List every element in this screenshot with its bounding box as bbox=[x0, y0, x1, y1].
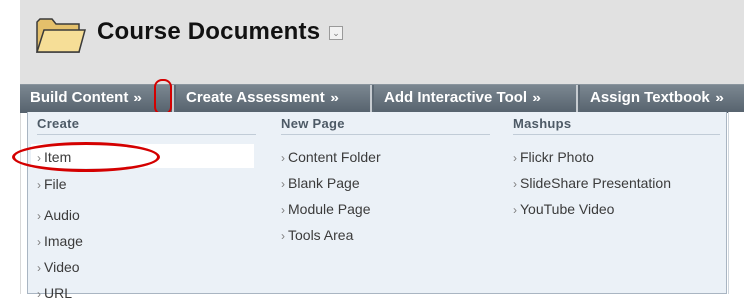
menu-item-label: YouTube Video bbox=[520, 201, 615, 217]
column-heading: Mashups bbox=[513, 112, 720, 135]
menu-item-label: Flickr Photo bbox=[520, 149, 594, 165]
menu-column-mashups: Mashups › Flickr Photo › SlideShare Presen… bbox=[504, 112, 720, 217]
chevron-right-icon: › bbox=[281, 203, 285, 217]
menu-item-audio[interactable]: › Audio bbox=[37, 204, 80, 226]
chevron-right-icon: › bbox=[37, 261, 41, 275]
folder-icon bbox=[35, 18, 86, 53]
menu-column-new-page: New Page › Content Folder › Blank Page › Mo… bbox=[272, 112, 490, 243]
menu-item-flickr-photo[interactable]: › Flickr Photo bbox=[513, 146, 594, 168]
menu-item-label: URL bbox=[44, 285, 73, 301]
menu-item-label: Blank Page bbox=[288, 175, 360, 191]
assign-textbook-button[interactable]: Assign Textbook » bbox=[580, 85, 744, 113]
annotation-box bbox=[154, 79, 172, 115]
chevron-right-icon: › bbox=[281, 177, 285, 191]
chevron-right-icon: › bbox=[513, 203, 517, 217]
menu-item-label: Tools Area bbox=[288, 227, 354, 243]
build-content-menu: Create › Item › File › Audio › Image › Video … bbox=[12, 112, 727, 301]
menu-item-image[interactable]: › Image bbox=[37, 230, 83, 252]
double-chevron-down-icon: » bbox=[715, 90, 724, 105]
chevron-down-icon[interactable]: ⌄ bbox=[329, 26, 343, 40]
assign-textbook-label: Assign Textbook bbox=[590, 89, 710, 106]
chevron-right-icon: › bbox=[281, 151, 285, 165]
menu-item-label: File bbox=[44, 176, 67, 192]
menu-item-module-page[interactable]: › Module Page bbox=[281, 198, 371, 220]
add-interactive-tool-label: Add Interactive Tool bbox=[384, 89, 528, 106]
menu-item-label: SlideShare Presentation bbox=[520, 175, 671, 191]
menu-item-content-folder[interactable]: › Content Folder bbox=[281, 146, 381, 168]
menu-item-url[interactable]: › URL bbox=[37, 282, 72, 304]
page-title: Course Documents bbox=[97, 18, 321, 45]
double-chevron-down-icon: » bbox=[532, 90, 542, 105]
chevron-right-icon: › bbox=[513, 177, 517, 191]
chevron-right-icon: › bbox=[37, 209, 41, 223]
column-heading: Create bbox=[37, 112, 256, 135]
chevron-right-icon: › bbox=[37, 178, 41, 192]
double-chevron-down-icon: » bbox=[329, 90, 339, 105]
menu-item-label: Content Folder bbox=[288, 149, 381, 165]
annotation-circle bbox=[12, 142, 160, 172]
column-heading: New Page bbox=[281, 112, 490, 135]
build-content-button[interactable]: Build Content » bbox=[20, 79, 174, 115]
create-assessment-label: Create Assessment bbox=[186, 89, 325, 106]
menu-item-label: Audio bbox=[44, 207, 80, 223]
menu-item-label: Module Page bbox=[288, 201, 371, 217]
menu-item-blank-page[interactable]: › Blank Page bbox=[281, 172, 360, 194]
menu-item-label: Video bbox=[44, 259, 80, 275]
double-chevron-down-icon[interactable]: » bbox=[134, 85, 143, 111]
add-interactive-tool-button[interactable]: Add Interactive Tool » bbox=[374, 85, 578, 113]
chevron-right-icon: › bbox=[37, 287, 41, 301]
chevron-right-icon: › bbox=[513, 151, 517, 165]
create-assessment-button[interactable]: Create Assessment » bbox=[176, 85, 372, 113]
menu-item-slideshare-presentation[interactable]: › SlideShare Presentation bbox=[513, 172, 671, 194]
build-content-label: Build Content bbox=[30, 89, 129, 106]
menu-item-label: Image bbox=[44, 233, 83, 249]
menu-item-video[interactable]: › Video bbox=[37, 256, 80, 278]
page-content-edge bbox=[728, 112, 744, 294]
chevron-right-icon: › bbox=[281, 229, 285, 243]
menu-item-youtube-video[interactable]: › YouTube Video bbox=[513, 198, 614, 220]
menu-column-create: Create › Item › File › Audio › Image › Video … bbox=[12, 112, 256, 301]
page-header: Course Documents ⌄ bbox=[20, 0, 744, 85]
menu-item-file[interactable]: › File bbox=[37, 173, 67, 195]
chevron-right-icon: › bbox=[37, 235, 41, 249]
action-bar: Build Content » Create Assessment » Add In… bbox=[20, 79, 744, 115]
menu-item-tools-area[interactable]: › Tools Area bbox=[281, 224, 353, 246]
